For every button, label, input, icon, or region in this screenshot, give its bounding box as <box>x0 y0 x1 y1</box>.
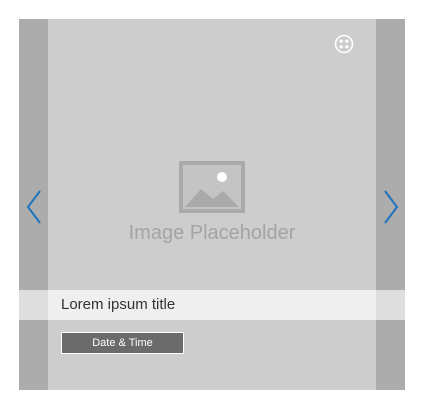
image-placeholder-text: Image Placeholder <box>128 222 296 244</box>
grid-dots-icon <box>334 34 354 54</box>
next-slide-button[interactable] <box>376 187 405 227</box>
chevron-left-icon <box>26 190 41 224</box>
slide-title: Lorem ipsum title <box>61 296 176 313</box>
grid-dots-button[interactable] <box>334 34 354 54</box>
chevron-right-icon <box>383 190 398 224</box>
previous-slide-button[interactable] <box>19 187 48 227</box>
date-time-button[interactable]: Date & Time <box>61 332 184 354</box>
image-icon <box>179 161 245 213</box>
carousel-card: Image Placeholder Lorem ipsum title Date… <box>19 19 405 390</box>
